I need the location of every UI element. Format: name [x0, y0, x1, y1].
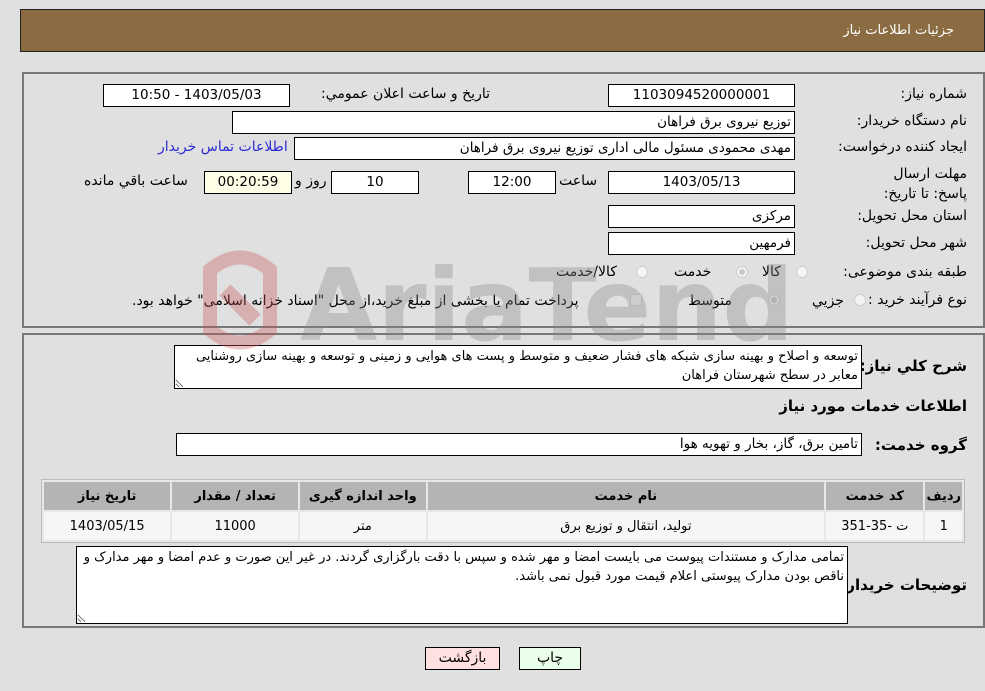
- announce-label: تاریخ و ساعت اعلان عمومي:: [321, 86, 490, 102]
- description-textarea[interactable]: توسعه و اصلاح و بهینه سازی شبکه های فشار…: [174, 345, 862, 389]
- buyer-notes-label: توضیحات خریدار:: [840, 576, 967, 594]
- cell-service-code: ت -35-351: [826, 512, 924, 540]
- table-row: 1 ت -35-351 تولید، انتقال و توزیع برق مت…: [44, 512, 962, 540]
- remaining-label: ساعت باقي مانده: [84, 173, 188, 189]
- table-header-row: ردیف کد خدمت نام خدمت واحد اندازه گیری ت…: [44, 482, 962, 510]
- province-label: استان محل تحویل:: [857, 208, 967, 224]
- cell-row-number: 1: [925, 512, 962, 540]
- treasury-note: پرداخت تمام یا بخشی از مبلغ خرید،از محل …: [132, 293, 579, 309]
- deadline-date-field: 1403/05/13: [608, 171, 795, 194]
- creator-label: ایجاد کننده درخواست:: [838, 139, 967, 155]
- process-label: نوع فرآیند خرید :: [868, 292, 967, 308]
- days-field: 10: [331, 171, 419, 194]
- col-quantity: تعداد / مقدار: [172, 482, 298, 510]
- city-field: فرمهین: [608, 232, 795, 255]
- province-field: مرکزی: [608, 205, 795, 228]
- process-option-medium: متوسط: [688, 293, 732, 309]
- services-panel: شرح کلي نياز: توسعه و اصلاح و بهینه سازی…: [22, 333, 985, 628]
- buyer-org-field: توزیع نیروی برق فراهان: [232, 111, 795, 134]
- services-section-title: اطلاعات خدمات مورد نیاز: [779, 397, 967, 415]
- category-label: طبقه بندی موضوعی:: [843, 264, 967, 280]
- cell-service-name: تولید، انتقال و توزیع برق: [427, 512, 825, 540]
- description-label: شرح کلي نياز:: [859, 357, 967, 375]
- services-table: ردیف کد خدمت نام خدمت واحد اندازه گیری ت…: [41, 479, 965, 543]
- deadline-time-field: 12:00: [468, 171, 556, 194]
- need-number-field: 1103094520000001: [608, 84, 795, 107]
- city-label: شهر محل تحویل:: [865, 235, 967, 251]
- need-info-panel: شماره نیاز: 1103094520000001 تاریخ و ساع…: [22, 72, 985, 328]
- time-label: ساعت: [559, 173, 598, 189]
- category-radio-service[interactable]: [736, 266, 748, 278]
- creator-field: مهدی محمودی مسئول مالی اداری توزیع نیروی…: [294, 137, 795, 160]
- service-group-label: گروه خدمت:: [874, 436, 967, 454]
- category-option-goods: کالا: [762, 264, 781, 280]
- col-need-date: تاریخ نیاز: [44, 482, 171, 510]
- col-service-name: نام خدمت: [427, 482, 825, 510]
- need-number-label: شماره نیاز:: [900, 86, 968, 102]
- process-option-minor: جزيي: [812, 293, 844, 309]
- category-radio-goods-service[interactable]: [636, 266, 648, 278]
- treasury-checkbox[interactable]: [630, 294, 642, 306]
- days-label: روز و: [295, 173, 327, 189]
- announce-field: 1403/05/03 - 10:50: [103, 84, 290, 107]
- process-radio-medium[interactable]: [768, 294, 780, 306]
- remaining-time-field: 00:20:59: [204, 171, 292, 194]
- cell-quantity: 11000: [172, 512, 298, 540]
- service-group-field: تامین برق، گاز، بخار و تهویه هوا: [176, 433, 862, 456]
- cell-unit: متر: [299, 512, 426, 540]
- process-radio-minor[interactable]: [854, 294, 866, 306]
- print-button[interactable]: چاپ: [519, 647, 581, 670]
- deadline-label: مهلت ارسال پاسخ: تا تاریخ:: [883, 166, 967, 202]
- back-button[interactable]: بازگشت: [425, 647, 500, 670]
- page-title: جزئیات اطلاعات نیاز: [843, 23, 954, 38]
- col-unit: واحد اندازه گیری: [299, 482, 426, 510]
- category-radio-goods[interactable]: [796, 266, 808, 278]
- page-header: جزئیات اطلاعات نیاز: [20, 9, 985, 52]
- buyer-contact-link[interactable]: اطلاعات تماس خریدار: [158, 139, 288, 155]
- category-option-goods-service: کالا/خدمت: [556, 264, 617, 280]
- col-row-number: ردیف: [925, 482, 962, 510]
- category-option-service: خدمت: [674, 264, 712, 280]
- cell-need-date: 1403/05/15: [44, 512, 171, 540]
- buyer-notes-textarea[interactable]: تمامی مدارک و مستندات پیوست می بایست امض…: [76, 546, 848, 624]
- buyer-org-label: نام دستگاه خریدار:: [856, 113, 967, 129]
- col-service-code: کد خدمت: [826, 482, 924, 510]
